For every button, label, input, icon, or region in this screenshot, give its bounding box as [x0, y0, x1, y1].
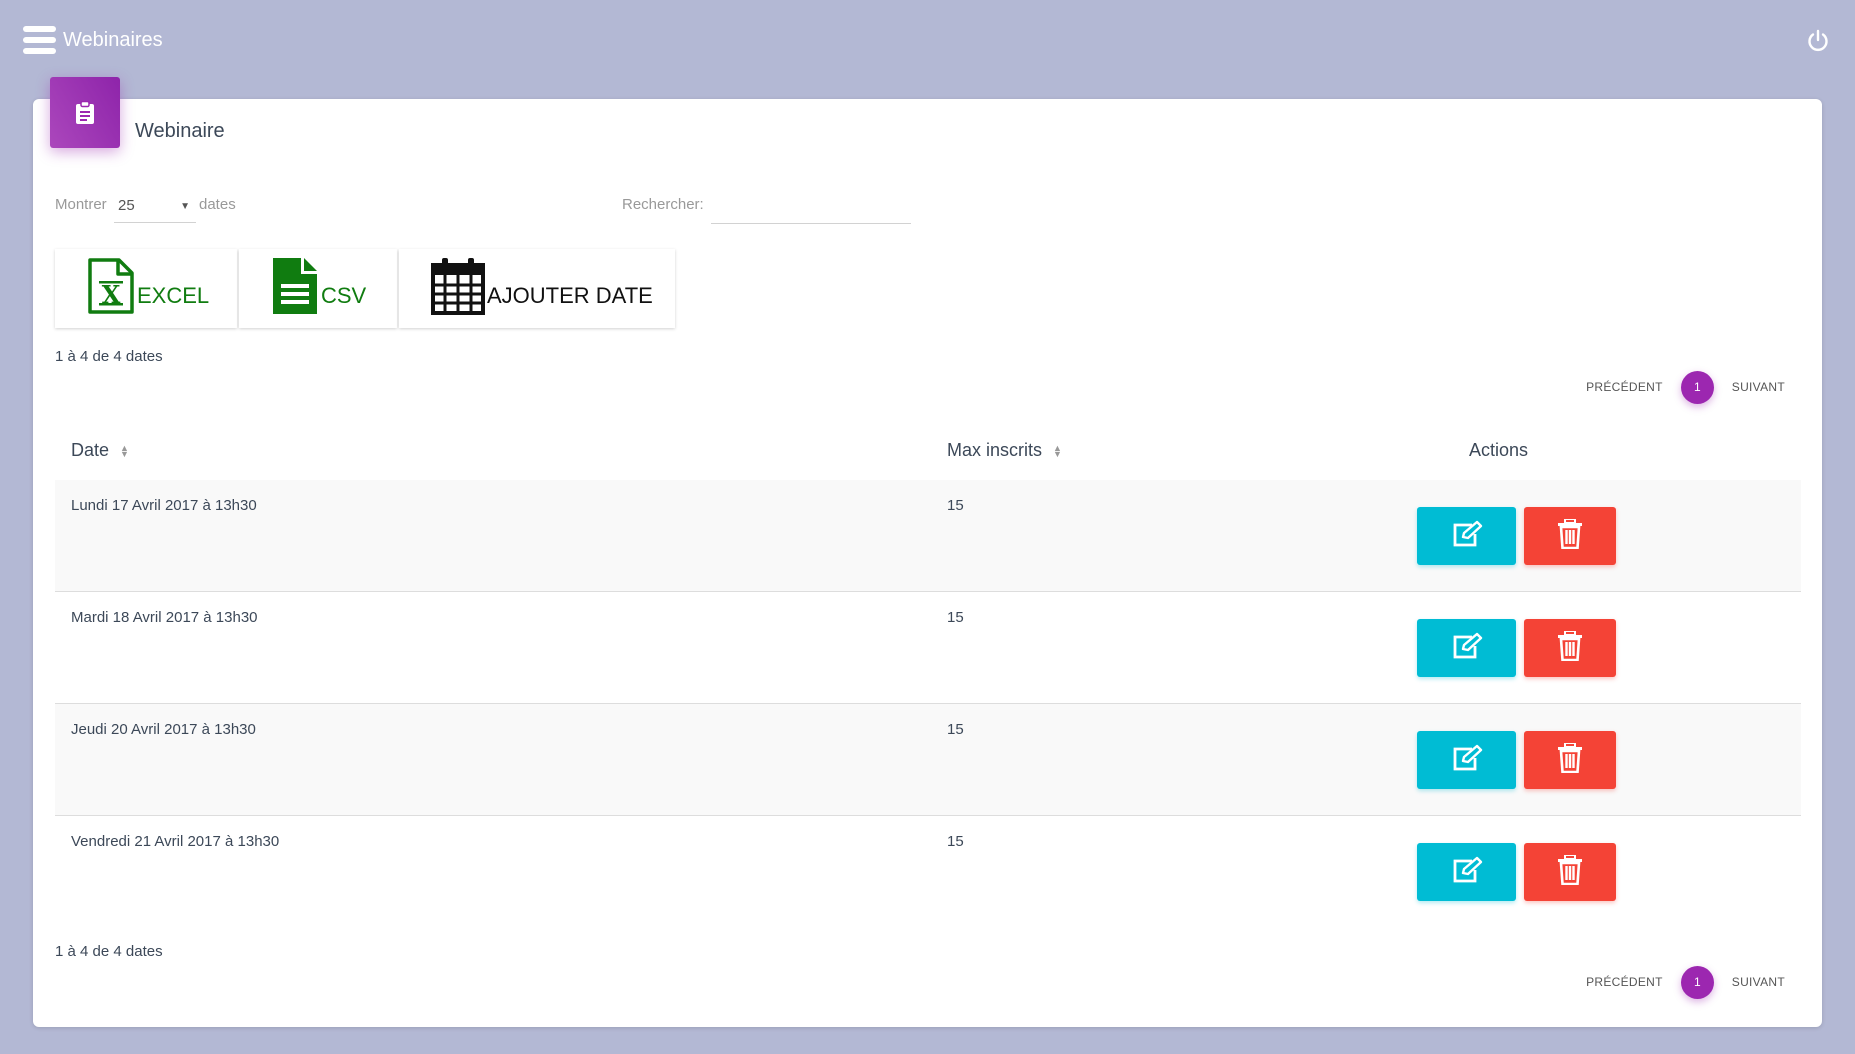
pagination-top: PRÉCÉDENT 1 SUIVANT [1586, 370, 1785, 404]
column-header-max-label: Max inscrits [947, 440, 1043, 460]
column-header-actions-label: Actions [1469, 440, 1529, 460]
delete-button[interactable] [1524, 843, 1616, 901]
edit-button[interactable] [1417, 619, 1516, 677]
date-cell: Vendredi 21 Avril 2017 à 13h30 [71, 833, 280, 850]
table-row: Lundi 17 Avril 2017 à 13h30 15 [55, 480, 1801, 592]
previous-page-button[interactable]: PRÉCÉDENT [1586, 975, 1663, 989]
next-page-button[interactable]: SUIVANT [1732, 975, 1785, 989]
dates-table: Date ▲ ▼ Max inscrits ▲ ▼ Actions Lundi 17… [55, 426, 1801, 928]
table-row: Mardi 18 Avril 2017 à 13h30 15 [55, 592, 1801, 704]
table-info-top: 1 à 4 de 4 dates [55, 348, 163, 365]
length-suffix: dates [199, 196, 236, 213]
chevron-down-icon: ▼ [180, 201, 190, 212]
csv-button[interactable]: CSV [239, 249, 397, 328]
search-label: Rechercher: [622, 196, 704, 213]
csv-button-label: CSV [321, 282, 367, 308]
column-header-date[interactable]: Date ▲ ▼ [71, 440, 129, 461]
max-inscrits-cell: 15 [947, 497, 964, 514]
max-inscrits-cell: 15 [947, 609, 964, 626]
max-inscrits-cell: 15 [947, 721, 964, 738]
table-header: Date ▲ ▼ Max inscrits ▲ ▼ Actions [55, 426, 1801, 480]
calendar-icon [431, 257, 485, 320]
edit-icon [1450, 856, 1484, 889]
csv-file-icon [271, 258, 319, 319]
power-icon[interactable] [1805, 28, 1831, 54]
column-header-max-inscrits[interactable]: Max inscrits ▲ ▼ [947, 440, 1062, 461]
edit-button[interactable] [1417, 843, 1516, 901]
clipboard-icon [50, 77, 120, 148]
previous-page-button[interactable]: PRÉCÉDENT [1586, 380, 1663, 394]
delete-button[interactable] [1524, 619, 1616, 677]
page-1-button[interactable]: 1 [1680, 965, 1714, 999]
table-row: Vendredi 21 Avril 2017 à 13h30 15 [55, 816, 1801, 928]
add-date-button-label: AJOUTER DATE [487, 282, 653, 308]
add-date-button[interactable]: AJOUTER DATE [399, 249, 675, 328]
column-header-actions: Actions [1469, 440, 1528, 461]
sort-icon: ▲ ▼ [1053, 443, 1062, 460]
trash-icon [1557, 741, 1583, 778]
next-page-button[interactable]: SUIVANT [1732, 380, 1785, 394]
trash-icon [1557, 853, 1583, 890]
date-cell: Jeudi 20 Avril 2017 à 13h30 [71, 721, 256, 738]
pagination-bottom: PRÉCÉDENT 1 SUIVANT [1586, 965, 1785, 999]
excel-button[interactable]: X EXCEL [55, 249, 237, 328]
excel-file-icon: X [87, 258, 135, 319]
search-input[interactable] [711, 189, 911, 224]
edit-button[interactable] [1417, 507, 1516, 565]
page-length-select[interactable]: 25 ▼ [114, 193, 196, 223]
card-title: Webinaire [135, 120, 225, 142]
trash-icon [1557, 629, 1583, 666]
menu-icon[interactable] [23, 26, 56, 54]
edit-icon [1450, 632, 1484, 665]
table-row: Jeudi 20 Avril 2017 à 13h30 15 [55, 704, 1801, 816]
export-button-group: X EXCEL CSV AJOUTER DATE [55, 249, 677, 329]
sort-icon: ▲ ▼ [120, 443, 129, 460]
excel-button-label: EXCEL [137, 282, 210, 308]
delete-button[interactable] [1524, 731, 1616, 789]
date-cell: Lundi 17 Avril 2017 à 13h30 [71, 497, 257, 514]
edit-button[interactable] [1417, 731, 1516, 789]
app-title: Webinaires [63, 29, 163, 51]
top-bar: Webinaires [0, 0, 1855, 80]
edit-icon [1450, 520, 1484, 553]
page-length-value: 25 [118, 197, 135, 214]
delete-button[interactable] [1524, 507, 1616, 565]
page-1-button[interactable]: 1 [1680, 370, 1714, 404]
webinaire-card: Webinaire Montrer 25 ▼ dates Rechercher:… [33, 77, 1822, 1027]
edit-icon [1450, 744, 1484, 777]
date-cell: Mardi 18 Avril 2017 à 13h30 [71, 609, 258, 626]
trash-icon [1557, 517, 1583, 554]
column-header-date-label: Date [71, 440, 110, 460]
length-label: Montrer [55, 196, 107, 213]
table-info-bottom: 1 à 4 de 4 dates [55, 943, 163, 960]
max-inscrits-cell: 15 [947, 833, 964, 850]
